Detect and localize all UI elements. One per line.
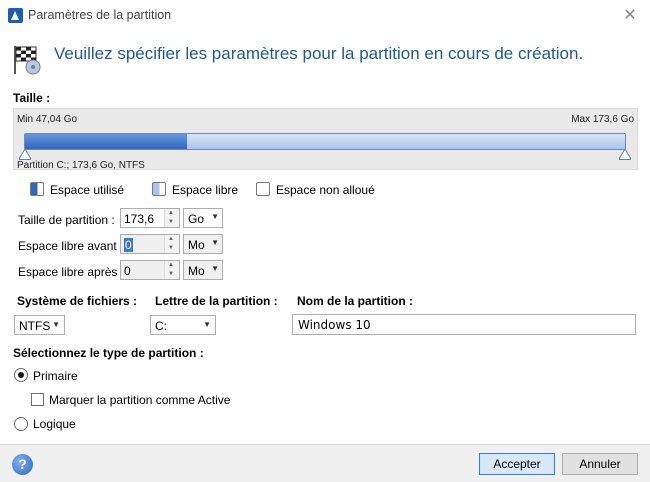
used-space-bar (25, 134, 187, 149)
free-after-value: 0 (124, 264, 131, 278)
chevron-down-icon: ▼ (203, 320, 211, 329)
partition-size-label: Taille de partition : (18, 213, 115, 227)
window-title: Paramètres de la partition (28, 8, 172, 22)
logical-radio[interactable] (14, 417, 28, 431)
partition-size-value: 173,6 (124, 212, 155, 226)
free-before-label: Espace libre avant : (18, 239, 124, 253)
free-after-label: Espace libre après : (18, 265, 125, 279)
free-space-bar (187, 134, 625, 149)
chevron-down-icon: ▼ (211, 264, 219, 273)
help-icon[interactable]: ? (12, 454, 33, 475)
logical-radio-label[interactable]: Logique (33, 417, 76, 431)
header-text: Veuillez spécifier les paramètres pour l… (54, 44, 584, 63)
max-size-label: Max 173,6 Go (571, 114, 634, 125)
partition-flag-icon (11, 44, 43, 76)
close-button[interactable]: ✕ (620, 6, 640, 26)
chevron-down-icon: ▼ (211, 238, 219, 247)
primary-radio[interactable] (14, 368, 28, 382)
drive-letter-value: C: (155, 319, 167, 333)
stepper-arrows-icon[interactable]: ▲ ▼ (164, 261, 179, 279)
primary-radio-label[interactable]: Primaire (33, 369, 78, 383)
size-label: Taille : (13, 91, 51, 105)
mark-active-checkbox[interactable] (31, 393, 44, 406)
partition-size-unit: Go (188, 212, 205, 226)
free-before-value: 0 (124, 238, 133, 252)
drive-letter-select[interactable]: C: ▼ (150, 315, 216, 335)
used-space-swatch (30, 182, 44, 196)
filesystem-value: NTFS (19, 319, 51, 333)
app-icon (8, 8, 23, 23)
drive-letter-label: Lettre de la partition : (155, 294, 278, 308)
free-space-swatch (152, 182, 166, 196)
filesystem-select[interactable]: NTFS ▼ (14, 315, 65, 335)
left-slider-handle[interactable] (19, 148, 31, 160)
partition-caption: Partition C:; 173,6 Go, NTFS (17, 160, 145, 171)
size-slider-panel: Min 47,04 Go Max 173,6 Go Partition C:; … (13, 108, 638, 171)
unallocated-swatch (256, 182, 270, 196)
partition-type-label: Sélectionnez le type de partition : (13, 346, 204, 360)
min-size-label: Min 47,04 Go (17, 114, 78, 125)
free-before-stepper[interactable]: 0 ▲ ▼ (120, 234, 180, 254)
free-before-unit: Mo (188, 238, 205, 252)
partition-size-unit-select[interactable]: Go ▼ (183, 208, 223, 228)
right-slider-handle[interactable] (619, 148, 631, 160)
filesystem-label: Système de fichiers : (17, 294, 138, 308)
size-slider-track[interactable] (24, 133, 626, 150)
stepper-arrows-icon[interactable]: ▲ ▼ (164, 209, 179, 227)
free-after-unit: Mo (188, 264, 205, 278)
partition-size-stepper[interactable]: 173,6 ▲ ▼ (120, 208, 180, 228)
partition-name-label: Nom de la partition : (297, 294, 414, 308)
free-after-unit-select[interactable]: Mo ▼ (183, 260, 223, 280)
dialog-footer: ? Accepter Annuler (0, 444, 650, 482)
free-after-stepper[interactable]: 0 ▲ ▼ (120, 260, 180, 280)
mark-active-label[interactable]: Marquer la partition comme Active (49, 393, 230, 407)
partition-name-value: Windows 10 (298, 318, 371, 332)
legend-unallocated-label: Espace non alloué (276, 183, 375, 197)
title-bar: Paramètres de la partition ✕ (0, 0, 650, 32)
free-before-unit-select[interactable]: Mo ▼ (183, 234, 223, 254)
legend-used-label: Espace utilisé (50, 183, 125, 197)
chevron-down-icon: ▼ (211, 212, 219, 221)
cancel-button[interactable]: Annuler (562, 453, 638, 475)
partition-name-input[interactable]: Windows 10 (292, 314, 636, 335)
accept-button[interactable]: Accepter (479, 453, 555, 475)
stepper-arrows-icon[interactable]: ▲ ▼ (164, 235, 179, 253)
chevron-down-icon: ▼ (52, 320, 60, 329)
legend-free-label: Espace libre (172, 183, 239, 197)
